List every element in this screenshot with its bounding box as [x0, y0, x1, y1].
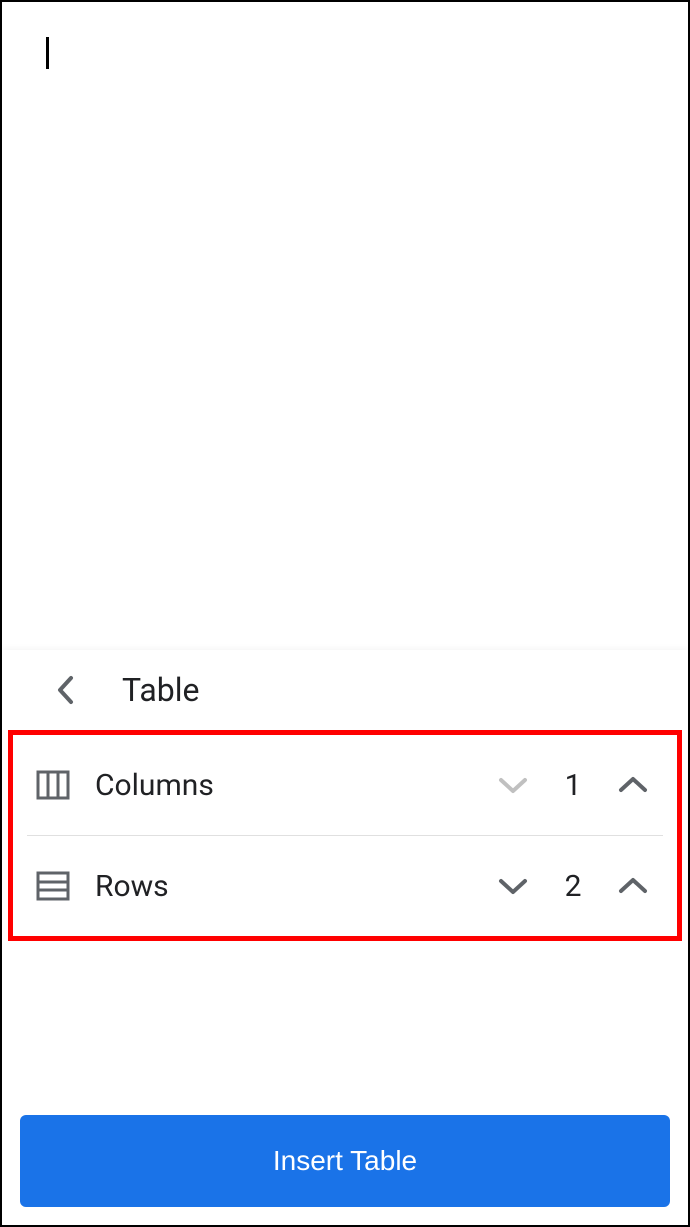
columns-decrement-button[interactable] [493, 765, 533, 805]
chevron-down-icon [498, 877, 528, 895]
rows-stepper: 2 [493, 866, 653, 906]
rows-label: Rows [95, 869, 469, 904]
columns-stepper: 1 [493, 765, 653, 805]
columns-row: Columns 1 [27, 735, 663, 836]
rows-icon [35, 868, 71, 904]
panel-header: Table [2, 650, 688, 730]
document-editor-area[interactable] [2, 2, 688, 650]
rows-value: 2 [561, 869, 585, 904]
text-cursor [46, 37, 49, 69]
chevron-up-icon [618, 877, 648, 895]
panel-title: Table [122, 671, 199, 709]
back-button[interactable] [46, 670, 86, 710]
rows-decrement-button[interactable] [493, 866, 533, 906]
chevron-left-icon [56, 674, 76, 706]
columns-value: 1 [561, 768, 585, 803]
table-insert-panel: Table Columns 1 [2, 650, 688, 1225]
chevron-down-icon [498, 776, 528, 794]
insert-table-button[interactable]: Insert Table [20, 1115, 670, 1207]
highlight-annotation: Columns 1 [8, 730, 682, 941]
chevron-up-icon [618, 776, 648, 794]
columns-increment-button[interactable] [613, 765, 653, 805]
rows-row: Rows 2 [27, 836, 663, 936]
rows-increment-button[interactable] [613, 866, 653, 906]
columns-label: Columns [95, 768, 469, 803]
columns-icon [35, 767, 71, 803]
